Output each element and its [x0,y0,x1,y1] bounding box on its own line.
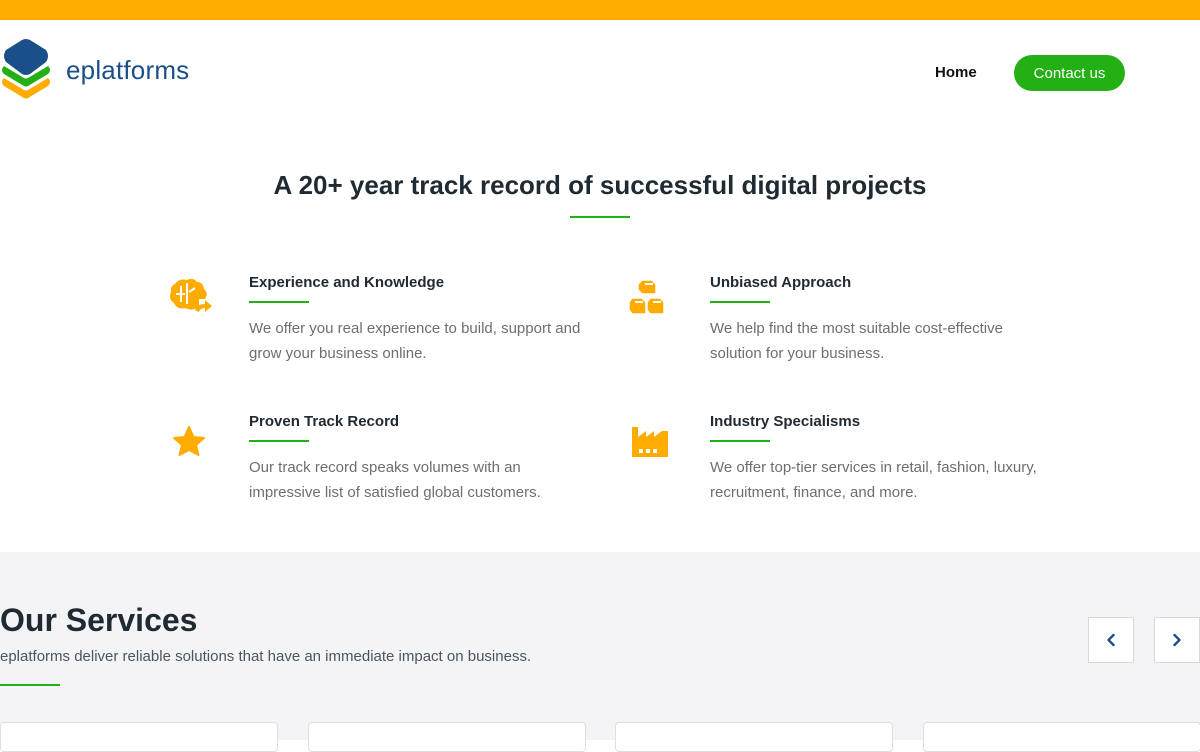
factory-icon [632,427,668,457]
feature-divider [710,440,770,442]
star-icon [173,426,205,456]
chevron-left-icon [1107,633,1115,647]
brand-name: eplatforms [66,54,190,85]
service-card[interactable] [0,722,278,752]
services-title: Our Services [0,602,198,638]
service-card[interactable] [615,722,893,752]
service-card[interactable] [923,722,1200,752]
carousel-prev-button[interactable] [1088,617,1134,663]
headline-divider [570,216,630,218]
feature-divider [249,301,309,303]
feature-description: We help find the most suitable cost-effe… [710,320,1003,362]
chevron-right-icon [1173,633,1181,647]
feature-description: We offer you real experience to build, s… [249,320,581,362]
brain-icon [170,278,212,312]
feature-description: Our track record speaks volumes with an … [249,459,541,501]
services-section: Our Services eplatforms deliver reliable… [0,552,1200,752]
feature-description: We offer top-tier services in retail, fa… [710,459,1037,501]
services-divider [0,684,60,686]
feature-title: Experience and Knowledge [249,274,445,291]
page-headline: A 20+ year track record of successful di… [273,170,927,200]
boxes-icon [628,279,665,315]
service-card[interactable] [308,722,586,752]
top-accent-bar [0,0,1200,20]
feature-title: Proven Track Record [249,413,400,430]
feature-divider [710,301,770,303]
feature-title: Industry Specialisms [710,413,861,430]
feature-title: Unbiased Approach [710,274,852,291]
contact-us-button[interactable]: Contact us [1014,55,1125,91]
site-header: eplatforms Home Contact us [0,20,1200,130]
services-subtitle: eplatforms deliver reliable solutions th… [0,648,532,665]
feature-divider [249,440,309,442]
brand-logo[interactable]: eplatforms [0,38,189,102]
carousel-next-button[interactable] [1154,617,1200,663]
nav-home-link[interactable]: Home [935,64,977,81]
layers-logo-icon [2,39,50,99]
